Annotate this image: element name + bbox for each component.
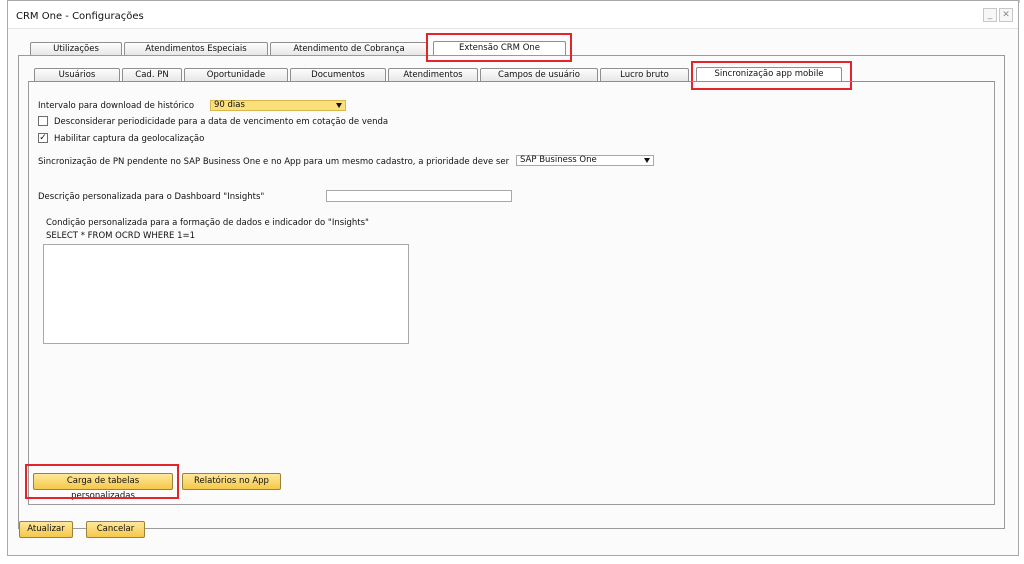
title-bar: CRM One - Configurações _ ✕ <box>8 1 1018 29</box>
chevron-down-icon <box>336 103 342 108</box>
geolocation-checkbox[interactable]: ✓ <box>38 133 48 143</box>
tab-atendimentos-especiais[interactable]: Atendimentos Especiais <box>124 42 268 55</box>
sync-priority-value: SAP Business One <box>520 155 597 165</box>
update-button[interactable]: Atualizar <box>19 521 73 538</box>
tab-campos-de-usuario[interactable]: Campos de usuário <box>480 68 598 81</box>
main-tab-panel-left <box>18 55 19 529</box>
minimize-button[interactable]: _ <box>983 8 997 22</box>
history-interval-value: 90 dias <box>214 100 245 110</box>
sub-tab-panel-left <box>28 81 29 505</box>
main-tab-panel-right <box>1004 55 1005 529</box>
insights-condition-query: SELECT * FROM OCRD WHERE 1=1 <box>46 231 196 241</box>
chevron-down-icon <box>644 158 650 163</box>
highlight-box-extensao-tab <box>426 33 572 62</box>
tab-lucro-bruto[interactable]: Lucro bruto <box>600 68 689 81</box>
insights-condition-label: Condição personalizada para a formação d… <box>46 218 369 228</box>
insights-condition-textarea[interactable] <box>43 244 409 344</box>
geolocation-label: Habilitar captura da geolocalização <box>54 134 205 144</box>
sub-tab-panel-bottom <box>28 504 995 505</box>
window-title: CRM One - Configurações <box>16 11 144 22</box>
sub-tab-panel-top <box>28 81 995 82</box>
configuration-window: CRM One - Configurações _ ✕ Utilizações … <box>7 0 1019 556</box>
main-tab-panel-bottom <box>18 528 1005 529</box>
sync-priority-select[interactable]: SAP Business One <box>516 155 654 166</box>
tab-utilizacoes[interactable]: Utilizações <box>30 42 122 55</box>
tab-documentos[interactable]: Documentos <box>290 68 386 81</box>
close-button[interactable]: ✕ <box>999 8 1013 22</box>
ignore-periodicity-checkbox[interactable] <box>38 116 48 126</box>
tab-atendimento-de-cobranca[interactable]: Atendimento de Cobrança <box>270 42 428 55</box>
highlight-box-sincronizacao-tab <box>691 61 852 90</box>
sub-tab-panel-right <box>994 81 995 505</box>
tab-atendimentos[interactable]: Atendimentos <box>388 68 478 81</box>
cancel-button[interactable]: Cancelar <box>86 521 145 538</box>
tab-usuarios[interactable]: Usuários <box>34 68 120 81</box>
insights-description-input[interactable] <box>326 190 512 202</box>
tab-cad-pn[interactable]: Cad. PN <box>122 68 182 81</box>
highlight-box-load-tables <box>25 464 179 499</box>
checkmark-icon: ✓ <box>39 133 47 143</box>
insights-description-label: Descrição personalizada para o Dashboard… <box>38 192 265 202</box>
history-interval-select[interactable]: 90 dias <box>210 100 346 111</box>
tab-oportunidade[interactable]: Oportunidade <box>184 68 288 81</box>
sync-priority-label: Sincronização de PN pendente no SAP Busi… <box>38 157 510 167</box>
history-interval-label: Intervalo para download de histórico <box>38 101 195 111</box>
ignore-periodicity-label: Desconsiderar periodicidade para a data … <box>54 117 389 127</box>
app-reports-button[interactable]: Relatórios no App <box>182 473 281 490</box>
